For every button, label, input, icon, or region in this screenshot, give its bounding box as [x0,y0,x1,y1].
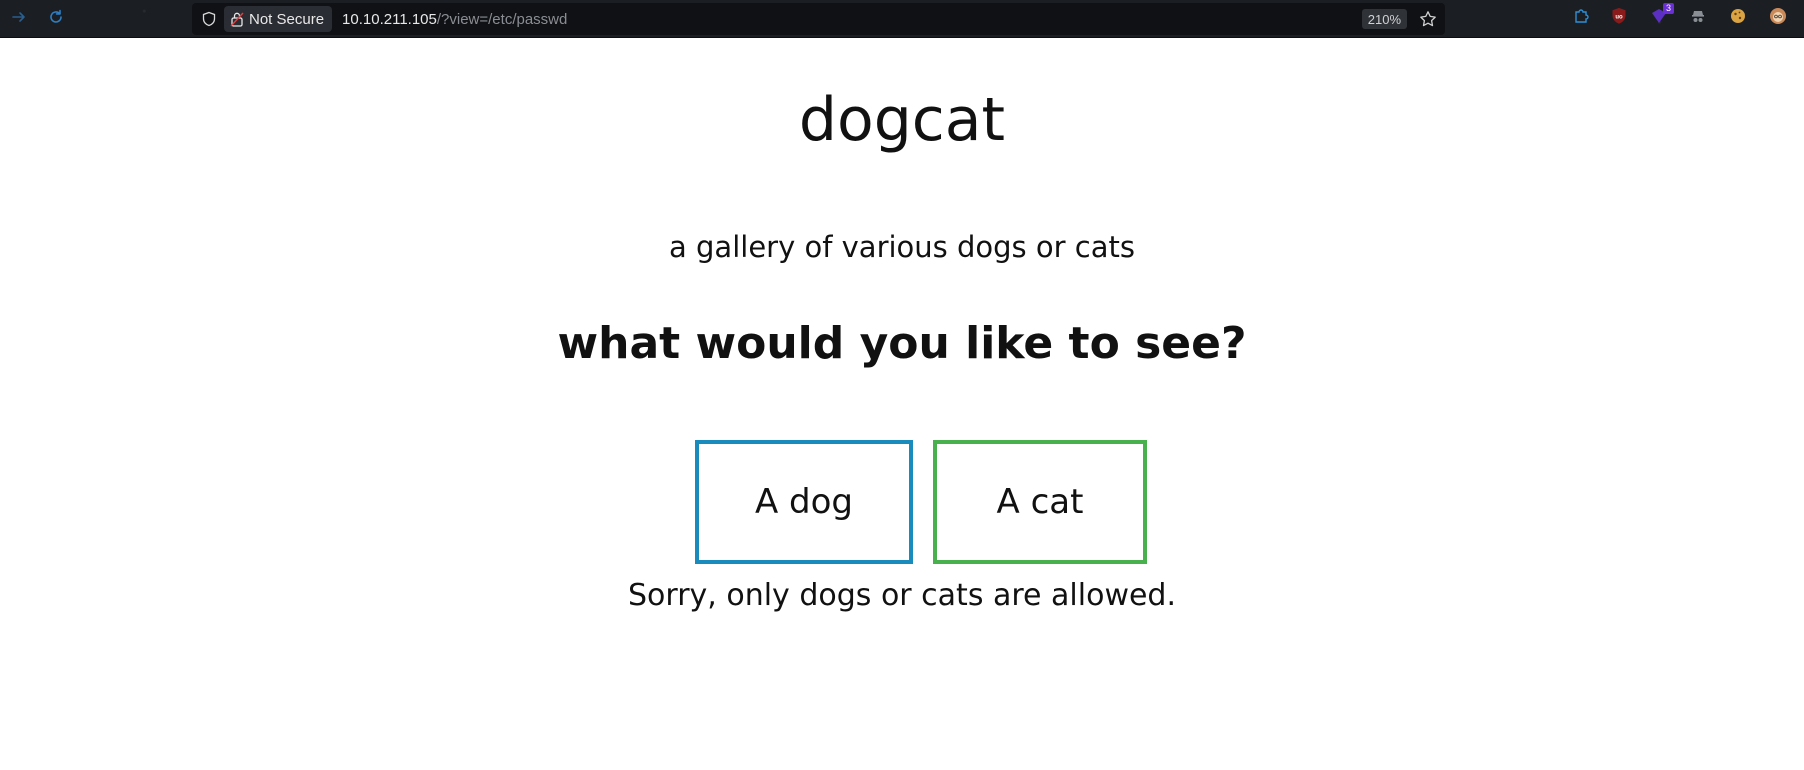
insecure-lock-icon [230,11,244,27]
agent-extension-button[interactable] [1687,7,1709,29]
extensions-menu-button[interactable] [1570,7,1592,29]
reload-button[interactable] [45,8,67,30]
profile-button[interactable] [1767,7,1789,29]
arrow-right-icon [11,9,27,29]
extension-badge: 3 [1663,3,1674,14]
puzzle-icon [1572,7,1590,29]
purple-extension-button[interactable]: 3 [1648,3,1674,29]
address-bar[interactable]: Not Secure 10.10.211.105/?view=/etc/pass… [192,3,1445,35]
browser-toolbar: Not Secure 10.10.211.105/?view=/etc/pass… [0,0,1804,38]
zoom-indicator[interactable]: 210% [1361,9,1407,29]
ublock-extension-button[interactable]: uo [1608,7,1630,29]
site-security-indicator[interactable]: Not Secure [224,6,333,32]
dog-button[interactable]: A dog [695,440,913,564]
cookie-icon [1729,7,1747,29]
question-heading: what would you like to see? [557,318,1247,369]
reload-icon [48,9,64,29]
forward-button[interactable] [8,8,30,30]
url-path: /?view=/etc/passwd [436,10,568,28]
cookie-extension-button[interactable] [1727,7,1749,29]
url-host: 10.10.211.105 [342,10,437,28]
ublock-icon: uo [1610,7,1628,29]
spy-icon [1689,7,1707,29]
avatar-icon [1769,7,1787,29]
star-icon[interactable] [1419,10,1437,28]
page-title: dogcat [798,85,1006,155]
cat-button[interactable]: A cat [933,440,1147,564]
svg-text:uo: uo [1615,15,1623,21]
error-message: Sorry, only dogs or cats are allowed. [627,578,1177,613]
shield-icon[interactable] [201,11,217,27]
url-text[interactable]: 10.10.211.105/?view=/etc/passwd [342,11,567,28]
page-subtitle: a gallery of various dogs or cats [669,230,1135,264]
security-label: Not Secure [249,10,325,28]
